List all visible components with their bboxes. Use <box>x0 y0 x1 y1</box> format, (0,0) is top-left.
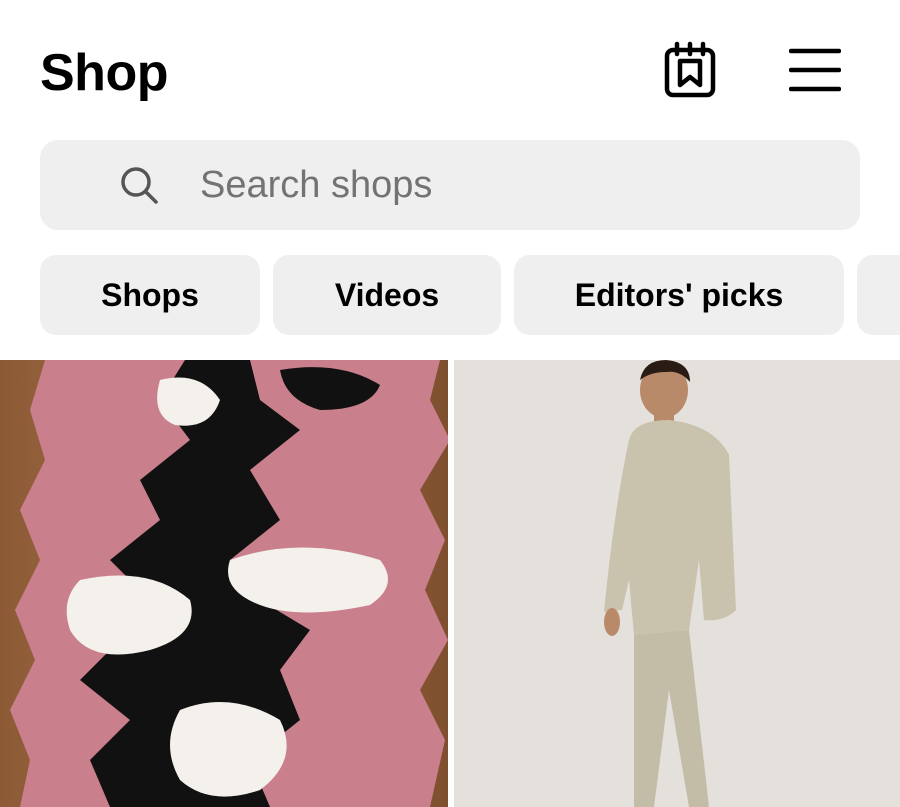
chip-shops-label: Shops <box>101 276 199 313</box>
menu-button[interactable] <box>784 40 846 100</box>
saved-collections-button[interactable] <box>660 40 720 100</box>
bookmark-calendar-icon <box>664 41 716 98</box>
product-tile-tracksuit[interactable] <box>454 360 900 807</box>
chip-videos-label: Videos <box>334 276 440 313</box>
rug-image <box>0 360 448 807</box>
model-image <box>454 360 900 807</box>
search-bar[interactable] <box>40 140 860 230</box>
chip-more-partial[interactable] <box>857 255 900 335</box>
search-input[interactable] <box>200 155 800 215</box>
hamburger-menu-icon <box>789 48 841 92</box>
page-title: Shop <box>40 44 168 102</box>
chip-shops[interactable]: Shops <box>40 255 260 335</box>
chip-videos[interactable]: Videos <box>273 255 501 335</box>
chip-editors-picks[interactable]: Editors' picks <box>514 255 844 335</box>
search-icon <box>118 164 160 206</box>
shop-page: Shop Shops Videos Editors' p <box>0 0 900 807</box>
product-tile-rug[interactable] <box>0 360 448 807</box>
chip-editors-picks-label: Editors' picks <box>574 276 784 313</box>
